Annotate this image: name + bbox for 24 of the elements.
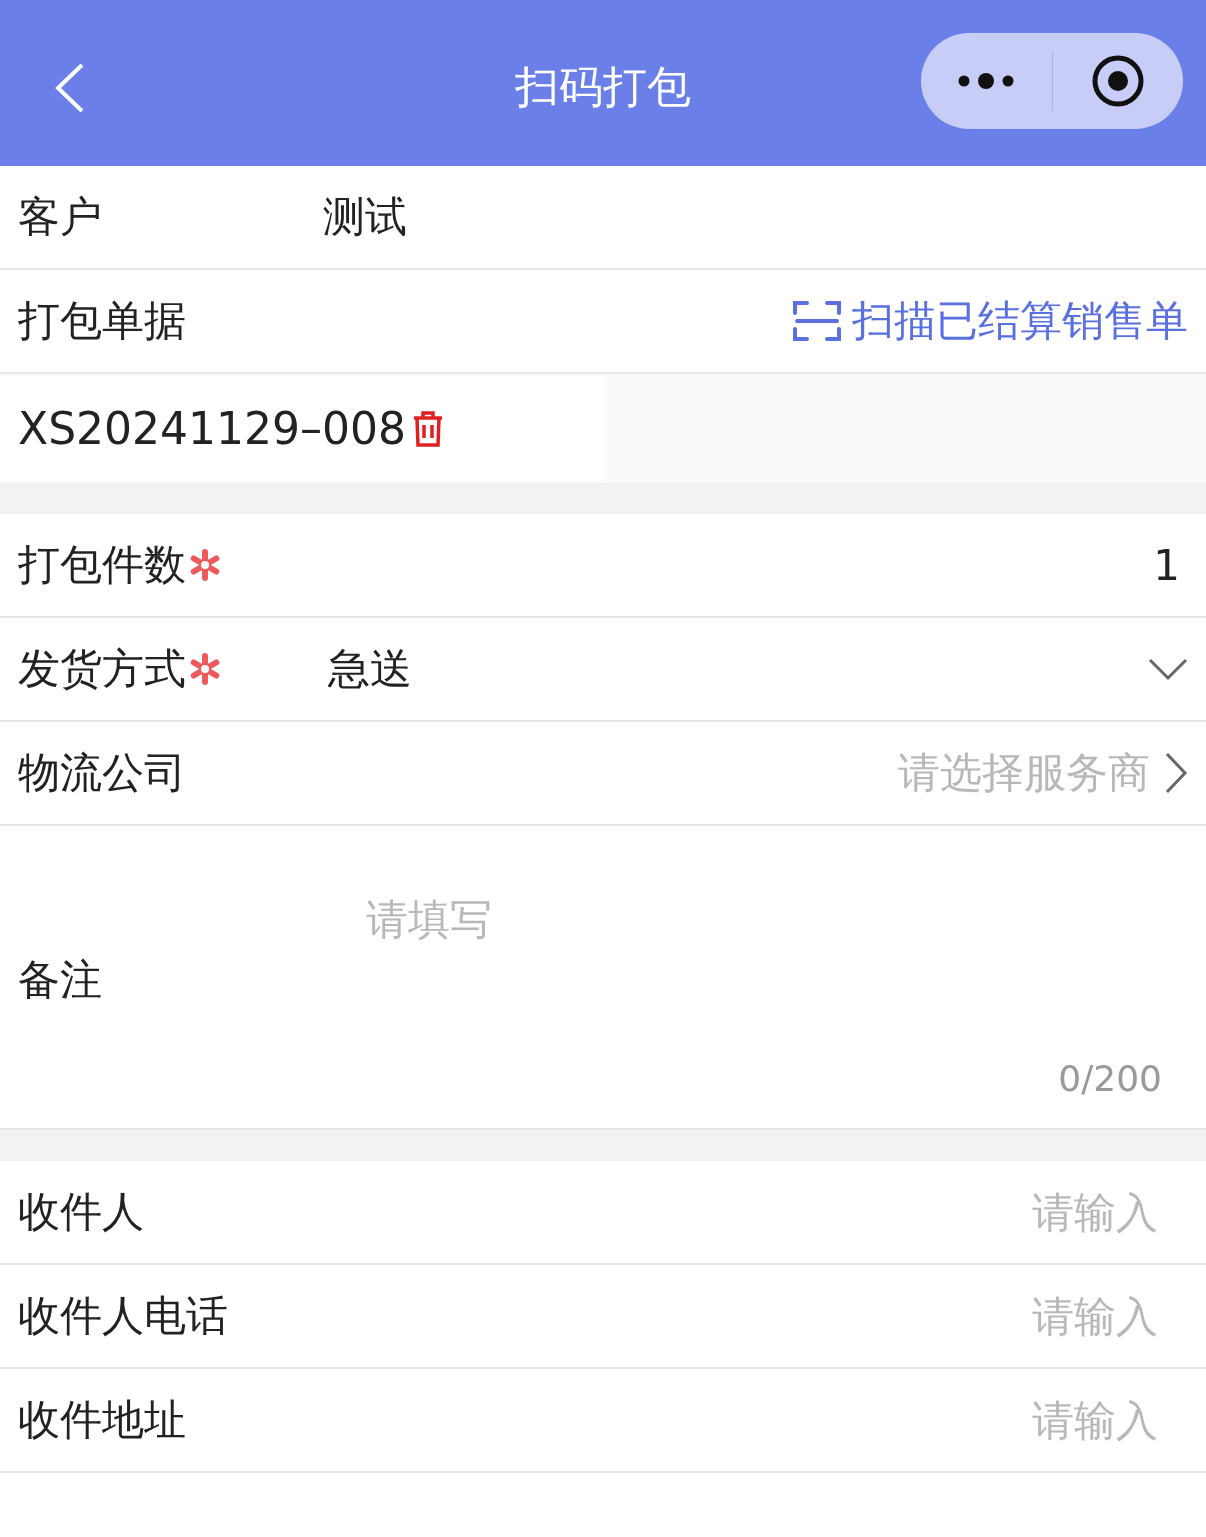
input-field[interactable]: 请输入 [858, 1291, 1158, 1341]
scan-link[interactable]: 扫描已结算销售单 [792, 293, 1188, 349]
field-label: 打包单据 [18, 295, 186, 347]
remark-field[interactable]: 请填写 [366, 892, 1156, 1012]
chevron-down-icon[interactable] [1148, 657, 1188, 681]
character-counter: 0/200 [1058, 1058, 1162, 1099]
field-label: 物流公司 [18, 747, 186, 799]
page-title: 扫码打包 [515, 59, 691, 114]
input-field[interactable]: 请输入 [858, 1187, 1158, 1237]
field-label: 收件人 [18, 1186, 144, 1238]
field-value: 1 [1153, 540, 1180, 590]
document-number: XS20241129–008 [18, 403, 406, 454]
field-label: 收件人电话 [18, 1290, 228, 1342]
chevron-right-icon [1164, 752, 1188, 794]
input-field[interactable]: 请输入 [858, 1395, 1158, 1445]
field-value: 测试 [323, 191, 408, 243]
field-label: 收件地址 [18, 1394, 186, 1446]
select-value: 急送 [327, 643, 413, 695]
field-label: 发货方式 [18, 643, 186, 695]
trash-icon[interactable] [412, 409, 444, 448]
field-label: 备注 [18, 954, 102, 1006]
scan-icon [792, 298, 842, 344]
field-label: 打包件数 [18, 539, 186, 591]
field-label: 客户 [18, 191, 102, 243]
